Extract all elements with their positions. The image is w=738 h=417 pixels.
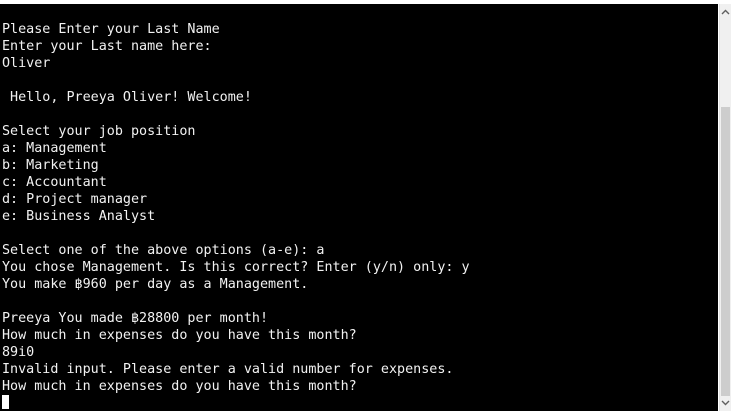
terminal-line: Preeya You made ฿28800 per month!	[2, 311, 269, 326]
terminal-line: How much in expenses do you have this mo…	[2, 328, 357, 343]
terminal-line: b: Marketing	[2, 158, 99, 173]
terminal-line: Invalid input. Please enter a valid numb…	[2, 362, 454, 377]
terminal-line: How much in expenses do you have this mo…	[2, 379, 357, 394]
text-cursor[interactable]	[2, 395, 9, 409]
terminal-line: c: Accountant	[2, 175, 107, 190]
chevron-up-icon[interactable]	[720, 6, 731, 18]
scrollbar-thumb[interactable]	[721, 107, 730, 396]
terminal-line: e: Business Analyst	[2, 209, 156, 224]
terminal-line: d: Project manager	[2, 192, 148, 207]
terminal-line: Oliver	[2, 56, 51, 71]
window-bottom-edge	[0, 411, 738, 417]
terminal-line: Select one of the above options (a-e): a	[2, 243, 325, 258]
terminal-lines: Please Enter your Last Name Enter your L…	[2, 21, 470, 395]
terminal-line: Hello, Preeya Oliver! Welcome!	[2, 90, 252, 105]
terminal-line: You make ฿960 per day as a Management.	[2, 277, 309, 292]
terminal-line: 89i0	[2, 345, 35, 360]
chevron-down-icon[interactable]	[720, 397, 731, 409]
vertical-scrollbar[interactable]	[719, 4, 731, 411]
terminal-line: Enter your Last name here:	[2, 39, 212, 54]
terminal-output[interactable]: Please Enter your Last Name Enter your L…	[0, 4, 718, 411]
terminal-line: a: Management	[2, 141, 107, 156]
terminal-line: Select your job position	[2, 124, 196, 139]
terminal-window: Please Enter your Last Name Enter your L…	[0, 4, 738, 417]
terminal-line: You chose Management. Is this correct? E…	[2, 260, 470, 275]
terminal-line: Please Enter your Last Name	[2, 22, 220, 37]
